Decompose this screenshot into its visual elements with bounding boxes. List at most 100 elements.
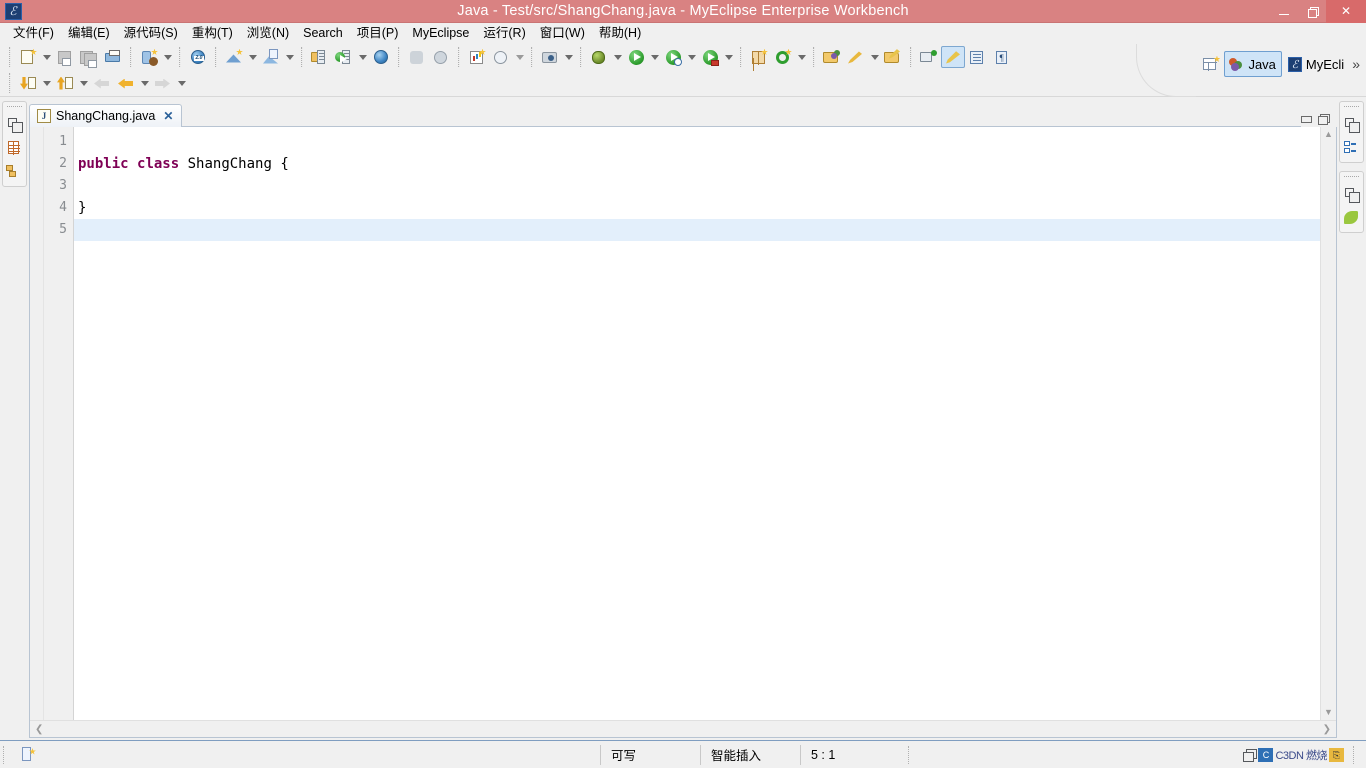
editor-marker-gutter[interactable] (30, 127, 44, 720)
new-wizard-icon[interactable] (16, 46, 40, 68)
toolbar-separator (301, 47, 303, 67)
run-history-icon[interactable] (661, 46, 685, 68)
package-explorer-icon[interactable] (5, 139, 24, 157)
minimize-button[interactable] (1270, 0, 1298, 23)
save-all-icon[interactable] (77, 46, 101, 68)
code-line-3[interactable] (74, 175, 1320, 197)
import-icon[interactable] (16, 72, 40, 94)
restore-view-icon[interactable] (5, 115, 24, 133)
open-web-browser-icon[interactable]: 2.0 (186, 46, 210, 68)
new-java-project-icon[interactable] (137, 46, 161, 68)
menu-help[interactable]: 帮助(H) (592, 24, 648, 43)
menu-navigate[interactable]: 浏览(N) (240, 24, 296, 43)
editor-horizontal-scrollbar[interactable]: ❮ ❯ (30, 720, 1336, 737)
code-line-2[interactable]: public class ShangChang { (74, 153, 1320, 175)
hierarchy-icon[interactable] (5, 163, 24, 181)
fastview-grip[interactable] (7, 106, 22, 109)
new-web-service-dropdown[interactable] (283, 46, 296, 68)
run-server-dropdown[interactable] (356, 46, 369, 68)
code-editor[interactable]: public class ShangChang { } (74, 127, 1320, 720)
disabled-globe-dropdown[interactable] (513, 46, 526, 68)
copy-icon: ⎘ (1329, 747, 1344, 762)
scroll-up-icon[interactable]: ▲ (1324, 130, 1333, 139)
fastview-grip[interactable] (1344, 176, 1359, 179)
back-dropdown[interactable] (138, 72, 151, 94)
save-icon[interactable] (53, 46, 77, 68)
myeclipse-leaf-icon[interactable] (1342, 209, 1361, 227)
watermark-text: C3DN 燃烧 (1275, 749, 1327, 762)
restore-view-icon[interactable] (1342, 185, 1361, 203)
open-type-icon[interactable] (820, 46, 844, 68)
toggle-block-selection-icon[interactable] (965, 46, 989, 68)
forward-dropdown[interactable] (175, 72, 188, 94)
open-browser-globe-icon[interactable] (369, 46, 393, 68)
new-web-project-icon[interactable] (222, 46, 246, 68)
scroll-left-icon[interactable]: ❮ (35, 724, 43, 735)
deploy-icon[interactable] (308, 46, 332, 68)
run-history-dropdown[interactable] (685, 46, 698, 68)
menu-source[interactable]: 源代码(S) (117, 24, 185, 43)
code-line-1[interactable] (74, 131, 1320, 153)
toggle-mark-occurrences-icon[interactable] (941, 46, 965, 68)
db-connect-icon[interactable] (405, 46, 429, 68)
run-icon[interactable] (624, 46, 648, 68)
new-web-project-dropdown[interactable] (246, 46, 259, 68)
open-task-icon[interactable] (844, 46, 868, 68)
debug-icon[interactable] (587, 46, 611, 68)
open-perspective-icon[interactable] (1199, 53, 1223, 75)
show-whitespace-icon[interactable]: ¶ (989, 46, 1013, 68)
code-line-4[interactable]: } (74, 197, 1320, 219)
outline-icon[interactable] (1342, 139, 1361, 157)
print-icon[interactable] (101, 46, 125, 68)
import-dropdown[interactable] (40, 72, 53, 94)
debug-dropdown[interactable] (611, 46, 624, 68)
run-server-icon[interactable] (332, 46, 356, 68)
menu-run[interactable]: 运行(R) (476, 24, 532, 43)
restore-view-icon[interactable] (1342, 115, 1361, 133)
perspective-overflow-icon[interactable]: » (1350, 56, 1360, 72)
restore-button[interactable] (1298, 0, 1326, 23)
menu-file[interactable]: 文件(F) (6, 24, 61, 43)
perspective-java[interactable]: Java (1224, 51, 1282, 77)
new-java-project-dropdown[interactable] (161, 46, 174, 68)
menu-window[interactable]: 窗口(W) (533, 24, 592, 43)
forward-icon[interactable] (151, 72, 175, 94)
back-icon[interactable] (114, 72, 138, 94)
export-dropdown[interactable] (77, 72, 90, 94)
new-annotation-dropdown[interactable] (795, 46, 808, 68)
db-refresh-icon[interactable] (429, 46, 453, 68)
code-line-5[interactable] (74, 219, 1320, 241)
next-annotation-icon[interactable] (917, 46, 941, 68)
open-report-icon[interactable] (465, 46, 489, 68)
scroll-down-icon[interactable]: ▼ (1324, 708, 1333, 717)
close-icon[interactable]: ✕ (163, 109, 173, 123)
menu-myeclipse[interactable]: MyEclipse (405, 24, 476, 43)
new-class-icon[interactable] (747, 46, 771, 68)
disabled-globe-icon[interactable] (489, 46, 513, 68)
run-external-dropdown[interactable] (722, 46, 735, 68)
export-icon[interactable] (53, 72, 77, 94)
maximize-editor-icon[interactable] (1318, 114, 1330, 125)
java-file-icon: J (37, 109, 51, 123)
minimize-editor-icon[interactable] (1301, 115, 1312, 123)
editor-vertical-scrollbar[interactable]: ▲ ▼ (1320, 127, 1336, 720)
menu-edit[interactable]: 编辑(E) (61, 24, 117, 43)
scroll-right-icon[interactable]: ❯ (1323, 724, 1331, 735)
close-button[interactable]: ✕ (1326, 0, 1366, 23)
open-task-dropdown[interactable] (868, 46, 881, 68)
menu-refactor[interactable]: 重构(T) (185, 24, 240, 43)
fastview-grip[interactable] (1344, 106, 1359, 109)
new-annotation-icon[interactable] (771, 46, 795, 68)
editor-tab-shangchang[interactable]: J ShangChang.java ✕ (29, 104, 183, 127)
menu-project[interactable]: 项目(P) (350, 24, 406, 43)
open-resource-icon[interactable] (881, 46, 905, 68)
run-dropdown[interactable] (648, 46, 661, 68)
status-insert-mode: 智能插入 (700, 744, 800, 765)
camera-icon[interactable] (538, 46, 562, 68)
new-web-service-icon[interactable] (259, 46, 283, 68)
new-wizard-dropdown[interactable] (40, 46, 53, 68)
camera-dropdown[interactable] (562, 46, 575, 68)
run-external-icon[interactable] (698, 46, 722, 68)
menu-search[interactable]: Search (296, 24, 350, 43)
perspective-myeclipse[interactable]: ℰ MyEcli (1283, 51, 1349, 77)
